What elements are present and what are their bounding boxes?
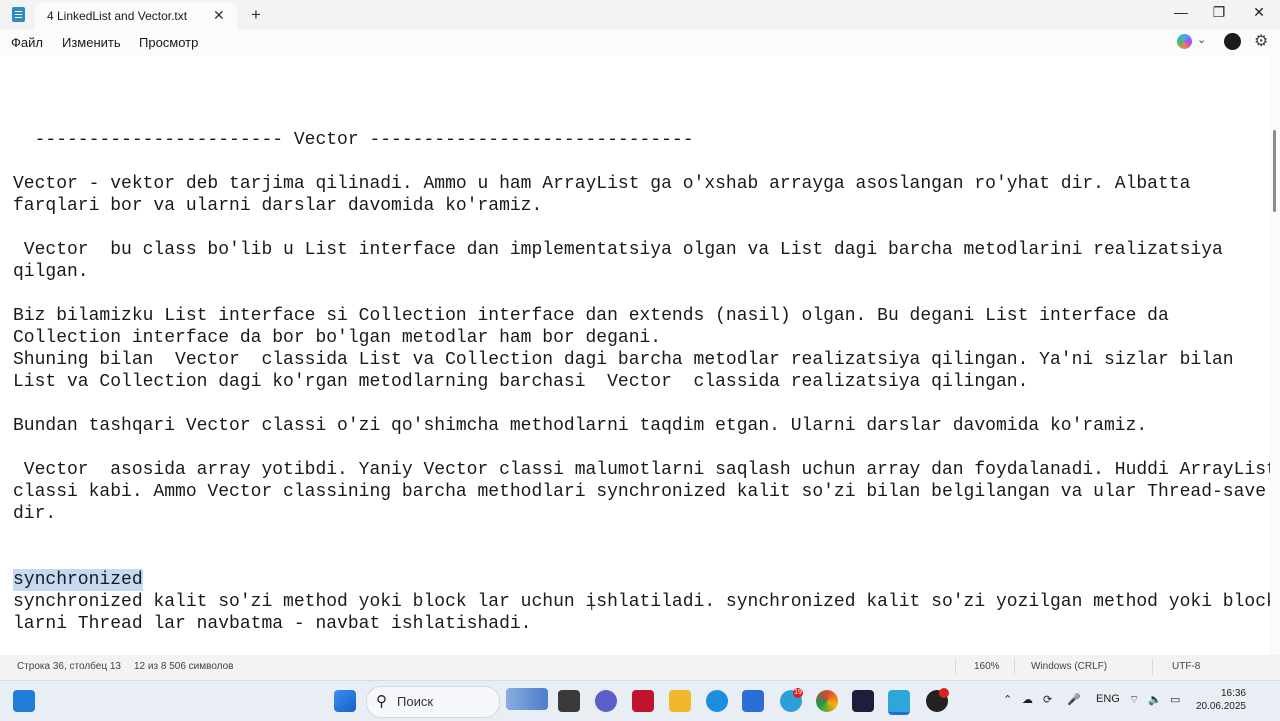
text-line: List va Collection dagi ko'rgan metodlar… bbox=[13, 372, 1029, 392]
chat-icon[interactable] bbox=[595, 690, 617, 712]
cloud-icon[interactable]: ☁ bbox=[1022, 693, 1033, 706]
menu-file[interactable]: Файл bbox=[11, 35, 43, 50]
text-line: synchronized bbox=[13, 569, 143, 591]
text-editor[interactable]: ----------------------- Vector ---------… bbox=[0, 56, 1270, 655]
text-line: qilgan. bbox=[13, 262, 89, 282]
start-icon[interactable] bbox=[334, 690, 356, 712]
battery-icon[interactable]: ▭ bbox=[1170, 693, 1180, 706]
microphone-icon[interactable]: 🎤 bbox=[1067, 693, 1081, 706]
app-icon[interactable] bbox=[632, 690, 654, 712]
copilot-icon[interactable] bbox=[1177, 34, 1192, 49]
divider bbox=[1014, 659, 1015, 675]
scrollbar-thumb[interactable] bbox=[1273, 130, 1276, 212]
avatar[interactable] bbox=[1224, 33, 1241, 50]
ide-icon[interactable] bbox=[852, 690, 874, 712]
notepad-taskbar-icon[interactable] bbox=[888, 690, 910, 715]
file-explorer-icon[interactable] bbox=[669, 690, 691, 712]
text-line: Shuning bilan Vector classida List va Co… bbox=[13, 350, 1234, 370]
close-window-button[interactable]: ✕ bbox=[1244, 4, 1274, 21]
line-ending[interactable]: Windows (CRLF) bbox=[1031, 661, 1107, 672]
telegram-badge: 19 bbox=[793, 688, 803, 698]
tab-document[interactable]: 4 LinkedList and Vector.txt ✕ bbox=[35, 2, 237, 30]
encoding[interactable]: UTF-8 bbox=[1172, 661, 1200, 672]
tab-title: 4 LinkedList and Vector.txt bbox=[47, 9, 188, 23]
close-tab-icon[interactable]: ✕ bbox=[213, 7, 225, 24]
sync-icon[interactable]: ⟳ bbox=[1043, 693, 1052, 706]
cursor-position: Строка 36, столбец 13 bbox=[17, 661, 121, 672]
menu-edit[interactable]: Изменить bbox=[62, 35, 121, 50]
search-box[interactable]: ⚲ Поиск bbox=[366, 686, 500, 718]
wifi-icon[interactable]: ⌔ bbox=[1129, 693, 1139, 707]
text-line: Vector - vektor deb tarjima qilinadi. Am… bbox=[13, 174, 1191, 194]
text-line: Vector bu class bo'lib u List interface … bbox=[13, 240, 1223, 260]
store-icon[interactable] bbox=[742, 690, 764, 712]
menu-bar: Файл Изменить Просмотр ⌄ ⚙ bbox=[0, 30, 1280, 56]
text-line: Bundan tashqari Vector classi o'zi qo'sh… bbox=[13, 416, 1148, 436]
search-highlight-icon[interactable] bbox=[506, 688, 548, 710]
clock[interactable]: 16:36 20.06.2025 bbox=[1194, 687, 1246, 713]
title-bar: 4 LinkedList and Vector.txt ✕ + — ❐ ✕ bbox=[0, 0, 1280, 30]
text-line: synchronized kalit so'zi method yoki blo… bbox=[13, 592, 1270, 612]
minimize-button[interactable]: — bbox=[1166, 4, 1196, 20]
divider bbox=[1152, 659, 1153, 675]
text-line: larni Thread lar navbatma - navbat ishla… bbox=[13, 614, 532, 634]
search-icon: ⚲ bbox=[376, 693, 387, 710]
notepad-icon bbox=[12, 7, 25, 22]
text-line: Collection interface da bor bo'lgan meto… bbox=[13, 328, 662, 348]
text-line: dir. bbox=[13, 504, 57, 524]
status-bar: Строка 36, столбец 13 12 из 8 506 символ… bbox=[0, 655, 1280, 679]
widgets-icon[interactable] bbox=[13, 690, 35, 712]
text-line: farqlari bor va ularni darslar davomida … bbox=[13, 196, 543, 216]
i-beam-cursor-icon: I bbox=[590, 599, 594, 613]
menu-view[interactable]: Просмотр bbox=[139, 35, 198, 50]
search-label: Поиск bbox=[397, 694, 434, 709]
volume-icon[interactable]: 🔈 bbox=[1148, 693, 1162, 706]
maximize-button[interactable]: ❐ bbox=[1204, 4, 1234, 21]
chrome-icon[interactable] bbox=[816, 690, 838, 712]
gear-icon[interactable]: ⚙ bbox=[1254, 31, 1268, 51]
notification-dot bbox=[939, 688, 949, 698]
time: 16:36 bbox=[1220, 688, 1246, 699]
new-tab-button[interactable]: + bbox=[251, 5, 261, 25]
chevron-down-icon[interactable]: ⌄ bbox=[1197, 33, 1206, 46]
text-line: classi kabi. Ammo Vector classining barc… bbox=[13, 482, 1267, 502]
text-line: Biz bilamizku List interface si Collecti… bbox=[13, 306, 1169, 326]
edge-icon[interactable] bbox=[706, 690, 728, 712]
taskbar: ⚲ Поиск 19 ⌃ ☁ ⟳ 🎤 ENG ⌔ 🔈 ▭ 16:36 20.06… bbox=[0, 680, 1280, 721]
zoom-level[interactable]: 160% bbox=[974, 661, 1000, 672]
date: 20.06.2025 bbox=[1195, 701, 1246, 712]
text-line: ----------------------- Vector ---------… bbox=[13, 130, 694, 150]
language-indicator[interactable]: ENG bbox=[1096, 693, 1120, 705]
text-line: Vector asosida array yotibdi. Yaniy Vect… bbox=[13, 460, 1270, 480]
chevron-up-icon[interactable]: ⌃ bbox=[1003, 693, 1012, 706]
terminal-icon[interactable] bbox=[558, 690, 580, 712]
selection-count: 12 из 8 506 символов bbox=[134, 661, 234, 672]
divider bbox=[955, 659, 956, 675]
vertical-scrollbar[interactable] bbox=[1270, 56, 1280, 655]
